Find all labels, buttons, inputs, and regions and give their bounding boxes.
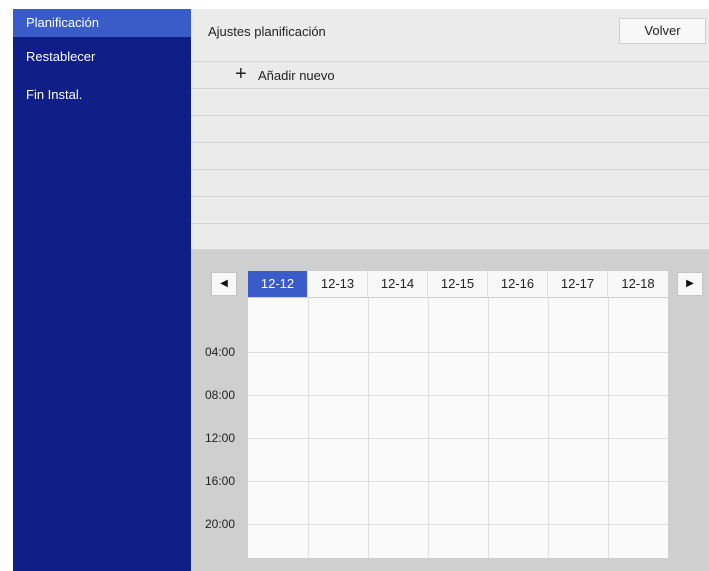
grid-line: [308, 298, 309, 558]
back-button[interactable]: Volver: [619, 18, 706, 44]
sidebar-item-restablecer[interactable]: Restablecer: [13, 43, 191, 71]
date-tab[interactable]: 12-16: [488, 271, 548, 297]
main-panel: Ajustes planificación Volver + Añadir nu…: [191, 9, 709, 571]
grid-line: [428, 298, 429, 558]
triangle-left-icon: ◀: [220, 278, 228, 289]
add-new-row[interactable]: + Añadir nuevo: [191, 61, 709, 88]
date-header: 12-12 12-13 12-14 12-15 12-16 12-17 12-1…: [248, 271, 668, 297]
list-item[interactable]: [191, 142, 709, 169]
grid-line: [548, 298, 549, 558]
time-label: 04:00: [205, 345, 236, 359]
list-item[interactable]: [191, 196, 709, 223]
date-tab[interactable]: 12-15: [428, 271, 488, 297]
time-label: 12:00: [205, 431, 236, 445]
grid-line: [248, 352, 668, 353]
date-tab[interactable]: 12-13: [308, 271, 368, 297]
date-tab[interactable]: 12-14: [368, 271, 428, 297]
grid-line: [248, 438, 668, 439]
list-item[interactable]: [191, 223, 709, 250]
add-new-label: Añadir nuevo: [258, 68, 335, 83]
plus-icon: +: [235, 63, 247, 85]
schedule-list: + Añadir nuevo: [191, 61, 709, 250]
page-title: Ajustes planificación: [208, 24, 326, 39]
previous-week-button[interactable]: ◀: [211, 272, 237, 296]
triangle-right-icon: ▶: [686, 278, 694, 289]
header: Ajustes planificación Volver: [191, 9, 709, 53]
grid-line: [608, 298, 609, 558]
grid-line: [488, 298, 489, 558]
sidebar-item-fin-instal[interactable]: Fin Instal.: [13, 81, 191, 109]
calendar: ◀ 12-12 12-13 12-14 12-15 12-16 12-17 12…: [191, 250, 709, 571]
list-item[interactable]: [191, 115, 709, 142]
time-label: 20:00: [205, 517, 236, 531]
sidebar-item-planificacion[interactable]: Planificación: [13, 9, 191, 37]
list-item[interactable]: [191, 169, 709, 196]
grid-line: [368, 298, 369, 558]
grid-line: [248, 524, 668, 525]
list-item[interactable]: [191, 88, 709, 115]
grid-line: [248, 395, 668, 396]
time-label: 16:00: [205, 474, 236, 488]
schedule-grid[interactable]: [248, 298, 668, 558]
time-label: 08:00: [205, 388, 236, 402]
next-week-button[interactable]: ▶: [677, 272, 703, 296]
date-tab[interactable]: 12-18: [608, 271, 668, 297]
grid-line: [248, 481, 668, 482]
date-tab[interactable]: 12-12: [248, 271, 308, 297]
sidebar: Planificación Restablecer Fin Instal.: [13, 9, 191, 571]
date-tab[interactable]: 12-17: [548, 271, 608, 297]
